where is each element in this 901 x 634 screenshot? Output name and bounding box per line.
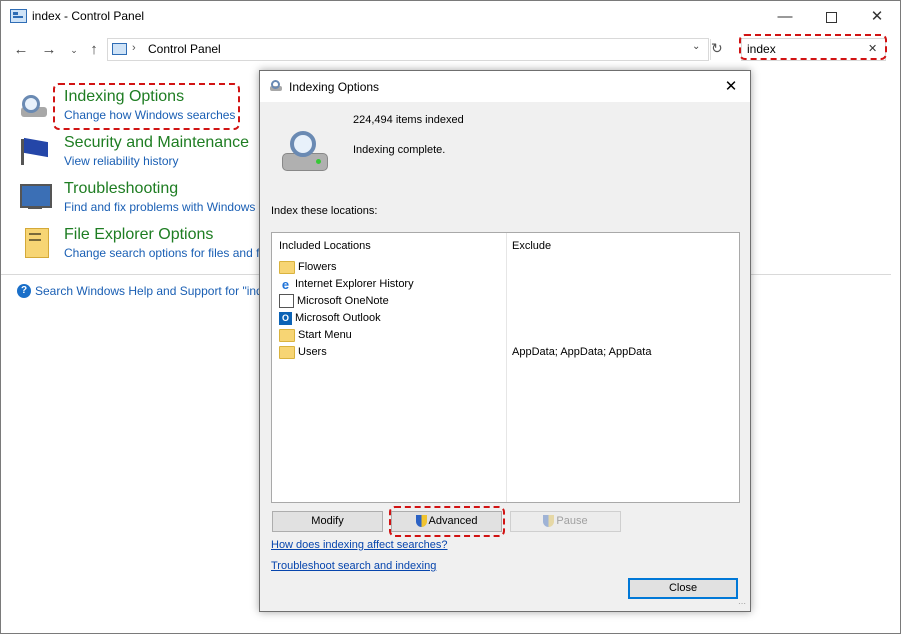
advanced-highlight <box>389 506 505 537</box>
arrow-right-icon: → <box>41 41 57 58</box>
list-item[interactable]: Users <box>279 344 327 361</box>
list-item[interactable]: Flowers <box>279 259 337 276</box>
list-item[interactable]: Start Menu <box>279 327 352 344</box>
folder-icon <box>279 345 295 359</box>
arrow-up-icon: ↑ <box>90 41 98 58</box>
forward-button[interactable]: → <box>38 39 60 61</box>
column-divider <box>506 233 507 502</box>
indexing-options-dialog: Indexing Options ✕ 224,494 items indexed… <box>259 70 751 612</box>
location-name: Internet Explorer History <box>295 278 414 290</box>
chevron-down-icon: ⌄ <box>70 45 78 55</box>
result-link-file-explorer[interactable]: Change search options for files and fo <box>64 246 266 260</box>
indexing-options-icon <box>17 93 49 121</box>
indexing-large-icon <box>280 129 330 173</box>
maximize-button[interactable] <box>808 1 854 32</box>
control-panel-icon <box>112 43 127 55</box>
close-dialog-button[interactable]: Close <box>628 578 738 599</box>
indexing-icon <box>269 80 283 92</box>
help-icon: ? <box>17 284 31 298</box>
title-bar[interactable]: index - Control Panel — ✕ <box>1 1 900 32</box>
folder-icon <box>279 328 295 342</box>
onenote-icon <box>279 294 294 309</box>
modify-button[interactable]: Modify <box>272 511 383 532</box>
maximize-icon <box>825 11 837 23</box>
arrow-left-icon: ← <box>13 41 29 58</box>
close-button[interactable]: ✕ <box>854 1 900 32</box>
back-button[interactable]: ← <box>10 39 32 61</box>
result-link-security[interactable]: View reliability history <box>64 154 179 168</box>
chevron-down-icon[interactable]: ⌄ <box>692 41 700 52</box>
breadcrumb-separator-icon: › <box>132 42 136 54</box>
minimize-button[interactable]: — <box>762 1 808 32</box>
ie-icon: e <box>281 276 290 292</box>
up-button[interactable]: ↑ <box>83 39 105 61</box>
control-panel-icon <box>10 9 27 23</box>
resize-grip-icon[interactable]: ⋯ <box>738 599 746 608</box>
dialog-title-bar[interactable]: Indexing Options ✕ <box>260 71 750 102</box>
troubleshooting-icon <box>20 184 52 211</box>
locations-table[interactable]: Included Locations Exclude Flowers e Inte… <box>271 232 740 503</box>
location-name: Flowers <box>298 261 337 273</box>
result-title-troubleshooting[interactable]: Troubleshooting <box>64 180 178 198</box>
column-header-included[interactable]: Included Locations <box>279 240 371 252</box>
list-item[interactable]: e Internet Explorer History <box>279 276 414 293</box>
location-name: Microsoft Outlook <box>295 312 381 324</box>
indexing-status: Indexing complete. <box>353 144 446 156</box>
security-flag-icon <box>19 137 51 167</box>
outlook-icon: O <box>279 311 292 325</box>
indexing-options-highlight <box>53 83 240 130</box>
pause-label: Pause <box>556 515 588 527</box>
dialog-title: Indexing Options <box>289 80 380 94</box>
recent-locations-button[interactable]: ⌄ <box>63 39 85 61</box>
list-item[interactable]: O Microsoft Outlook <box>279 310 381 327</box>
location-name: Microsoft OneNote <box>297 295 389 307</box>
list-item[interactable]: Microsoft OneNote <box>279 293 389 310</box>
indexing-affect-link[interactable]: How does indexing affect searches? <box>271 539 448 551</box>
locations-label: Index these locations: <box>271 205 378 217</box>
result-title-file-explorer[interactable]: File Explorer Options <box>64 226 213 244</box>
location-name: Users <box>298 346 327 358</box>
folder-icon <box>279 260 295 274</box>
result-link-troubleshooting[interactable]: Find and fix problems with Windows <box>64 200 255 214</box>
address-bar[interactable]: › Control Panel ⌄ <box>107 38 711 61</box>
close-icon: ✕ <box>870 8 884 25</box>
location-name: Start Menu <box>298 329 352 341</box>
breadcrumb[interactable]: Control Panel <box>148 42 221 56</box>
troubleshoot-link[interactable]: Troubleshoot search and indexing <box>271 560 436 572</box>
refresh-icon[interactable]: ↻ <box>711 40 723 57</box>
search-highlight <box>739 34 887 60</box>
window-title: index - Control Panel <box>32 9 145 23</box>
dialog-close-icon[interactable]: ✕ <box>719 76 743 98</box>
shield-icon <box>543 515 555 528</box>
minimize-icon: — <box>777 8 793 25</box>
exclude-value: AppData; AppData; AppData <box>512 346 652 358</box>
file-explorer-options-icon <box>25 228 51 258</box>
pause-button[interactable]: Pause <box>510 511 621 532</box>
help-search-link[interactable]: Search Windows Help and Support for "ind <box>35 284 263 298</box>
items-indexed-count: 224,494 items indexed <box>353 114 464 126</box>
result-title-security[interactable]: Security and Maintenance <box>64 134 249 152</box>
column-header-exclude[interactable]: Exclude <box>512 240 551 252</box>
